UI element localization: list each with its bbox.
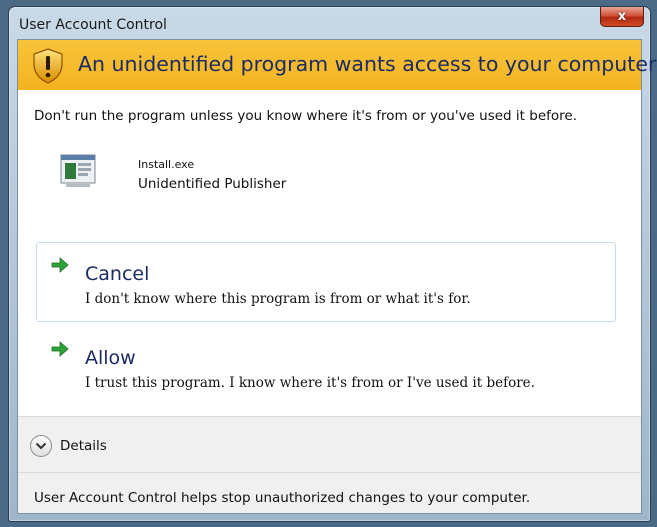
details-label: Details	[60, 438, 107, 454]
program-file-name: Install.exe	[138, 158, 195, 171]
cancel-option-description: I don't know where this program is from …	[85, 291, 471, 307]
dialog-content: An unidentified program wants access to …	[17, 39, 656, 514]
green-arrow-icon	[51, 341, 69, 357]
cancel-option-button[interactable]: Cancel I don't know where this program i…	[36, 242, 616, 322]
program-publisher: Unidentified Publisher	[138, 176, 287, 192]
banner-title: An unidentified program wants access to …	[78, 52, 657, 76]
warning-message: Don't run the program unless you know wh…	[34, 108, 577, 124]
allow-option-description: I trust this program. I know where it's …	[85, 375, 535, 391]
footer: User Account Control helps stop unauthor…	[18, 472, 641, 513]
shield-warning-icon	[33, 48, 63, 84]
allow-option-button[interactable]: Allow I trust this program. I know where…	[36, 326, 616, 406]
green-arrow-icon	[51, 257, 69, 273]
close-icon: x	[617, 9, 627, 24]
warning-banner: An unidentified program wants access to …	[18, 40, 656, 90]
uac-dialog-window: User Account Control x An unidentified p…	[8, 6, 656, 522]
chevron-down-icon	[30, 435, 52, 457]
cancel-option-title: Cancel	[85, 263, 150, 285]
allow-option-title: Allow	[85, 347, 136, 369]
footer-text: User Account Control helps stop unauthor…	[34, 490, 531, 506]
window-title: User Account Control	[19, 17, 167, 33]
title-bar[interactable]: User Account Control x	[9, 7, 650, 39]
details-toggle-button[interactable]: Details	[30, 435, 107, 457]
details-bar: Details	[18, 416, 641, 472]
close-button[interactable]: x	[600, 7, 644, 27]
program-icon	[60, 154, 96, 187]
